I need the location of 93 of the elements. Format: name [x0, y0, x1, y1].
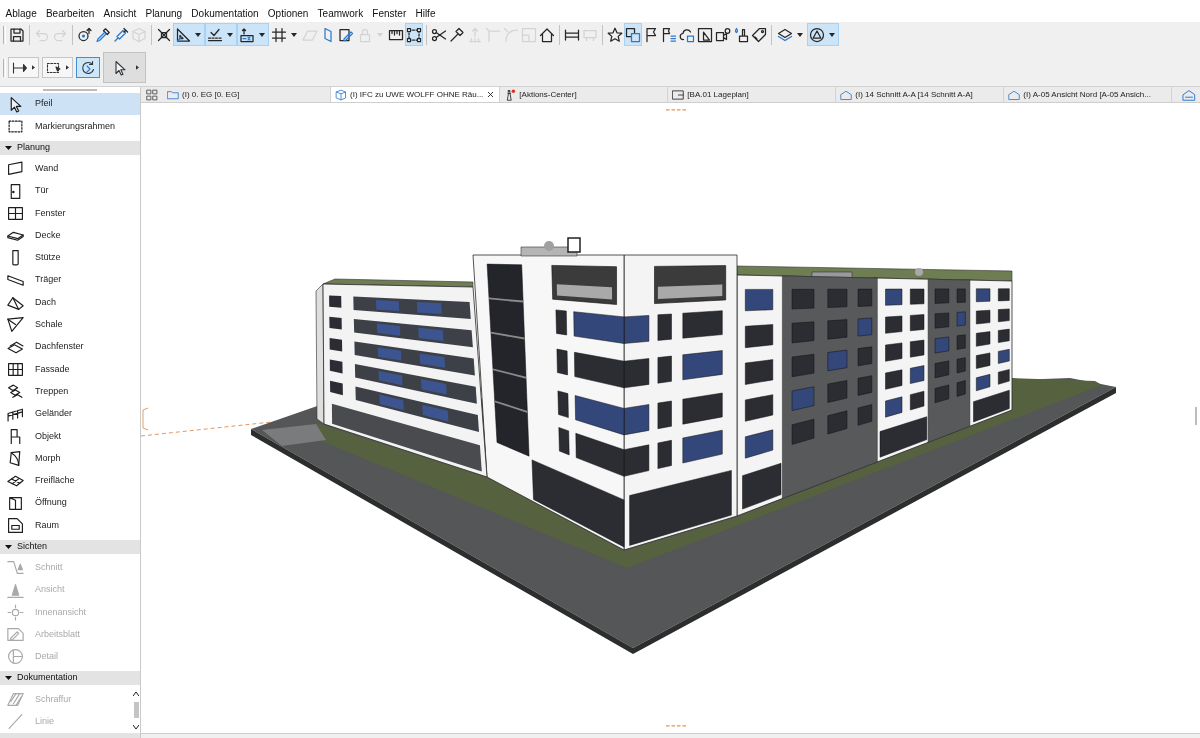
- split-handle-icon: [666, 725, 686, 727]
- menu-item[interactable]: Planung: [140, 5, 187, 22]
- interior-elevation-icon: [7, 603, 24, 621]
- toolbox-item[interactable]: Treppen: [0, 380, 140, 403]
- toolbar-button[interactable]: [205, 23, 237, 46]
- menu-item[interactable]: Fenster: [367, 5, 411, 22]
- house-outline-icon[interactable]: [1182, 88, 1196, 102]
- wall-icon: [7, 160, 24, 178]
- caret-icon: [797, 32, 803, 37]
- zone-icon: [7, 517, 24, 534]
- scroll-down-icon: [133, 724, 139, 729]
- section-marker-icon: [7, 559, 24, 577]
- house-outline-icon: [840, 88, 853, 101]
- section-header[interactable]: Dokumentation: [0, 671, 140, 686]
- menu-item[interactable]: Ablage: [1, 5, 42, 22]
- menu-item[interactable]: Hilfe: [410, 5, 441, 22]
- toolbox-item[interactable]: Pfeil: [0, 93, 140, 116]
- toolbar-button[interactable]: [173, 23, 205, 46]
- scrollbar-thumb[interactable]: [133, 702, 139, 719]
- toolbox-item[interactable]: Freifläche: [0, 469, 140, 493]
- window-icon: [7, 204, 24, 222]
- menu-item[interactable]: Teamwork: [313, 5, 368, 22]
- document-tab[interactable]: [BA.01 Lageplan]: [668, 87, 837, 102]
- toolbox-item[interactable]: Wand: [0, 157, 140, 180]
- menu-item[interactable]: Bearbeiten: [41, 5, 99, 22]
- grid-view-icon: [146, 88, 158, 101]
- roof-icon: [7, 294, 24, 311]
- document-tab[interactable]: (I) IFC zu UWE WOLFF OHNE Räu...: [331, 87, 501, 102]
- house-outline-icon: [1008, 88, 1021, 101]
- elevation-marker-icon: [7, 581, 24, 599]
- hatch-icon: [7, 690, 24, 708]
- detail-icon: [7, 648, 24, 666]
- document-tab[interactable]: (I) 14 Schnitt A-A [14 Schnitt A-A]: [836, 87, 1005, 102]
- toolbox-item[interactable]: Schale: [0, 313, 140, 336]
- line-icon: [7, 713, 24, 731]
- menu-item[interactable]: Ansicht: [98, 5, 141, 22]
- stair-icon: [7, 383, 24, 401]
- tool-option-button[interactable]: [42, 57, 73, 78]
- toolbox-item[interactable]: Fenster: [0, 202, 140, 225]
- edge-marker-icon: [142, 407, 149, 431]
- flyout-arrow-icon: [66, 65, 69, 70]
- caret-icon: [829, 32, 835, 37]
- toolbox-item[interactable]: Raum: [0, 514, 140, 537]
- document-tab[interactable]: [Aktions-Center]: [500, 87, 669, 102]
- scroll-up-icon: [133, 692, 139, 697]
- flyout-arrow-icon: [136, 65, 139, 70]
- toolbar-grip[interactable]: [3, 25, 6, 44]
- close-icon[interactable]: [486, 90, 496, 99]
- curtain-wall-icon: [7, 360, 24, 378]
- tool-option-button[interactable]: [8, 57, 39, 78]
- document-tab[interactable]: (I) A-05 Ansicht Nord [A-05 Ansich...: [1004, 87, 1173, 102]
- toolbox-item[interactable]: Objekt: [0, 425, 140, 448]
- toolbar-button[interactable]: [237, 23, 269, 46]
- floor-plan-icon: [167, 88, 179, 101]
- toolbox-item[interactable]: Tür: [0, 179, 140, 203]
- caret-icon: [377, 32, 383, 37]
- toolbox-item[interactable]: Dach: [0, 291, 140, 314]
- toolbox-item[interactable]: Markierungsrahmen: [0, 115, 140, 138]
- toolbar-grip[interactable]: [3, 58, 6, 77]
- worksheet-icon: [7, 626, 24, 644]
- expand-triangle-icon: [5, 145, 12, 150]
- lighthouse-icon: [504, 88, 517, 101]
- toolbox-item[interactable]: Dachfenster: [0, 335, 140, 359]
- toolbox-item[interactable]: Träger: [0, 269, 140, 292]
- menu-item[interactable]: Dokumentation: [186, 5, 264, 22]
- split-handle-icon: [666, 109, 686, 111]
- shell-icon: [7, 316, 24, 334]
- toolbox-item[interactable]: Stütze: [0, 246, 140, 270]
- caret-icon: [195, 32, 201, 37]
- flyout-arrow-icon: [32, 65, 35, 70]
- toolbox-item[interactable]: Morph: [0, 447, 140, 470]
- section-header[interactable]: Planung: [0, 140, 140, 155]
- caret-icon: [291, 32, 297, 37]
- arrow-cursor-icon: [112, 59, 128, 76]
- tool-option-button[interactable]: [76, 57, 100, 78]
- caret-icon: [259, 32, 265, 37]
- expand-triangle-icon: [5, 676, 12, 681]
- caret-icon: [227, 32, 233, 37]
- toolbox-item[interactable]: Fassade: [0, 358, 140, 381]
- toolbox-item[interactable]: Decke: [0, 224, 140, 247]
- menu-item[interactable]: Optionen: [263, 5, 313, 22]
- edge-marker-icon: [1195, 406, 1197, 426]
- toolbox-item[interactable]: Geländer: [0, 402, 140, 426]
- section-header[interactable]: Sichten: [0, 539, 140, 554]
- rotate-icon: [80, 59, 96, 76]
- line-marker-icon: [12, 59, 28, 76]
- layout-sheet-icon: [672, 88, 685, 101]
- toolbar-button[interactable]: [807, 23, 839, 46]
- opening-icon: [7, 494, 24, 512]
- tool-option-button[interactable]: [103, 52, 146, 83]
- toolbox-item[interactable]: Öffnung: [0, 492, 140, 515]
- cube-icon: [335, 88, 347, 101]
- expand-triangle-icon: [5, 544, 12, 549]
